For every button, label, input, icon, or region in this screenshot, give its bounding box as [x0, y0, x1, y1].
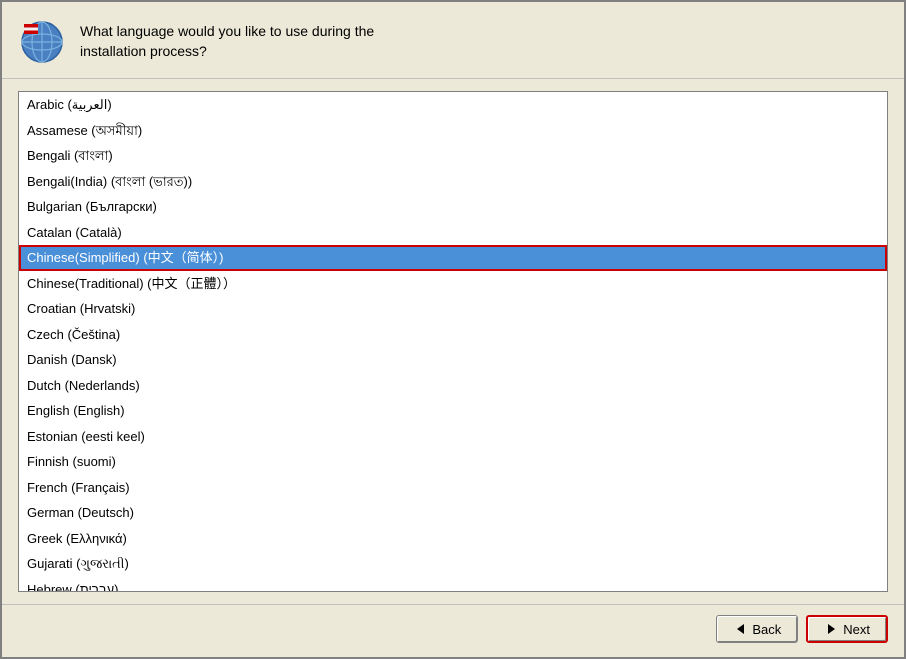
language-item-finnish[interactable]: Finnish (suomi) — [19, 449, 887, 475]
language-item-hebrew[interactable]: Hebrew (עברית) — [19, 577, 887, 592]
header-question: What language would you like to use duri… — [80, 22, 374, 61]
next-button[interactable]: Next — [806, 615, 888, 643]
language-item-estonian[interactable]: Estonian (eesti keel) — [19, 424, 887, 450]
language-item-bengali-india[interactable]: Bengali(India) (বাংলা (ভারত)) — [19, 169, 887, 195]
language-item-assamese[interactable]: Assamese (অসমীয়া) — [19, 118, 887, 144]
language-item-bengali[interactable]: Bengali (বাংলা) — [19, 143, 887, 169]
content-area: Arabic (العربية)Assamese (অসমীয়া)Bengal… — [2, 79, 904, 604]
language-item-czech[interactable]: Czech (Čeština) — [19, 322, 887, 348]
language-list-container: Arabic (العربية)Assamese (অসমীয়া)Bengal… — [18, 91, 888, 592]
language-item-arabic[interactable]: Arabic (العربية) — [19, 92, 887, 118]
language-item-english[interactable]: English (English) — [19, 398, 887, 424]
language-item-bulgarian[interactable]: Bulgarian (Български) — [19, 194, 887, 220]
language-item-greek[interactable]: Greek (Ελληνικά) — [19, 526, 887, 552]
back-button[interactable]: Back — [716, 615, 798, 643]
language-item-catalan[interactable]: Catalan (Català) — [19, 220, 887, 246]
language-item-dutch[interactable]: Dutch (Nederlands) — [19, 373, 887, 399]
next-label: Next — [843, 622, 870, 637]
next-arrow-icon — [824, 622, 838, 636]
footer-area: Back Next — [2, 604, 904, 657]
header-area: What language would you like to use duri… — [2, 2, 904, 79]
language-item-chinese-traditional[interactable]: Chinese(Traditional) (中文（正體）） — [19, 271, 887, 297]
language-item-chinese-simplified[interactable]: Chinese(Simplified) (中文（简体）) — [19, 245, 887, 271]
back-arrow-icon — [733, 622, 747, 636]
installer-icon — [18, 18, 66, 66]
language-list-scroll[interactable]: Arabic (العربية)Assamese (অসমীয়া)Bengal… — [19, 92, 887, 591]
installer-dialog: What language would you like to use duri… — [0, 0, 906, 659]
language-item-french[interactable]: French (Français) — [19, 475, 887, 501]
language-item-german[interactable]: German (Deutsch) — [19, 500, 887, 526]
back-label: Back — [752, 622, 781, 637]
language-item-danish[interactable]: Danish (Dansk) — [19, 347, 887, 373]
language-item-gujarati[interactable]: Gujarati (ગુજરાતી) — [19, 551, 887, 577]
language-item-croatian[interactable]: Croatian (Hrvatski) — [19, 296, 887, 322]
